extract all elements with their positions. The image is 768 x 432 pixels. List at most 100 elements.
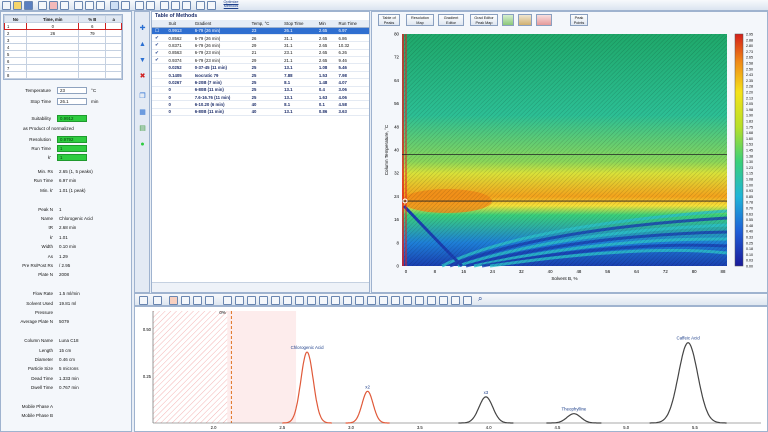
axis-icon-3[interactable] [247, 296, 256, 305]
method-cell[interactable]: 6-80B (11 min) [191, 86, 249, 95]
method-cell[interactable]: 40 [248, 108, 282, 117]
table-cell[interactable] [105, 57, 122, 65]
optimize-methods-button[interactable]: Optimize Methods [219, 0, 243, 10]
axis-icon-4[interactable] [259, 296, 268, 305]
method-checkbox[interactable] [152, 86, 166, 95]
table-cell[interactable] [105, 50, 122, 58]
method-cell[interactable]: 0.0252 [165, 63, 192, 72]
table-cell[interactable] [78, 36, 107, 44]
table-cell[interactable] [105, 29, 122, 37]
method-cell[interactable]: 0 [165, 108, 192, 117]
method-cell[interactable]: 0-37-45 (11 min) [191, 63, 249, 72]
axis-icon-18[interactable] [427, 296, 436, 305]
axis-icon-14[interactable] [379, 296, 388, 305]
method-cell[interactable]: 2.65 [315, 41, 336, 50]
method-cell[interactable]: 7.6-16.76 (11 min) [191, 93, 249, 102]
method-cell[interactable]: 3.06 [335, 86, 369, 95]
method-cell[interactable]: 0 [165, 100, 192, 109]
methods-header-5[interactable]: Min [315, 20, 336, 28]
table-cell[interactable]: 0 [26, 22, 80, 30]
method-cell[interactable]: 13.1 [281, 63, 316, 72]
method-cell[interactable]: 1.63 [315, 93, 336, 102]
methods-header-1[interactable]: Suit [165, 20, 192, 28]
method-cell[interactable]: 8.1 [281, 100, 316, 109]
method-cell[interactable]: 4.06 [335, 93, 369, 102]
method-cell[interactable]: 0.9913 [165, 27, 192, 35]
bars-icon[interactable] [181, 296, 190, 305]
table-row[interactable]: 3 [3, 36, 122, 44]
method-checkbox[interactable]: ✔ [152, 34, 166, 43]
table-cell[interactable] [26, 36, 80, 44]
chromatogram-peak[interactable] [458, 396, 514, 424]
table-row[interactable]: 2 26 79 [3, 29, 122, 37]
method-cell[interactable]: 0.9374 [165, 56, 192, 65]
table-cell[interactable] [78, 57, 107, 65]
table-cell[interactable]: 1 [3, 22, 28, 30]
method-checkbox[interactable] [152, 100, 166, 109]
axis-icon-11[interactable] [343, 296, 352, 305]
method-cell[interactable]: 29 [248, 56, 282, 65]
method-cell[interactable]: 31.1 [281, 41, 316, 50]
table-cell[interactable]: 6 [3, 57, 28, 65]
search-icon[interactable]: ⌕ [478, 294, 482, 304]
method-checkbox[interactable]: ☐ [152, 27, 166, 35]
method-cell[interactable]: 23.1 [281, 49, 316, 58]
axis-icon-6[interactable] [283, 296, 292, 305]
table-row[interactable]: 6 [3, 57, 122, 65]
map-button-3[interactable]: Grad Editor Peak Map [470, 14, 498, 26]
method-cell[interactable]: 25 [248, 71, 282, 80]
peaks-icon[interactable] [169, 296, 178, 305]
table-cell[interactable] [105, 43, 122, 51]
method-cell[interactable]: 25 [248, 78, 282, 87]
method-cell[interactable]: 13.1 [281, 86, 316, 95]
map-button-1[interactable]: Resolution Map [406, 14, 434, 26]
method-row[interactable]: ✔ 0.8371 6-79 (26 min) 29 31.1 2.65 10.32 [152, 41, 369, 50]
export-icon[interactable] [135, 1, 144, 10]
copy-icon[interactable]: ❐ [137, 92, 148, 101]
axis-icon-12[interactable] [355, 296, 364, 305]
method-cell[interactable]: 0 [165, 86, 192, 95]
table-cell[interactable]: 6 [78, 22, 107, 30]
method-cell[interactable]: 13.1 [281, 93, 316, 102]
method-cell[interactable]: 0.8563 [165, 49, 192, 58]
chromatogram-peak[interactable] [345, 390, 390, 424]
table-cell[interactable] [26, 71, 80, 79]
table-cell[interactable] [78, 50, 107, 58]
table-cell[interactable]: 26 [26, 29, 80, 37]
table-row[interactable]: 106 [3, 22, 122, 30]
axis-icon-2[interactable] [235, 296, 244, 305]
method-cell[interactable]: 1.53 [315, 71, 336, 80]
method-cell[interactable]: 0.8371 [165, 41, 192, 50]
method-cell[interactable]: 2.65 [315, 56, 336, 65]
method-row[interactable]: 0 6-80B (11 min) 25 13.1 0.4 3.06 [152, 86, 369, 95]
method-cell[interactable]: 13.1 [281, 108, 316, 117]
method-cell[interactable]: 25 [248, 93, 282, 102]
method-cell[interactable]: 29 [248, 41, 282, 50]
method-cell[interactable]: 0.86 [315, 108, 336, 117]
rewind-icon[interactable] [153, 296, 162, 305]
undo-icon[interactable] [49, 1, 58, 10]
axis-icon-16[interactable] [403, 296, 412, 305]
table-cell[interactable] [105, 22, 122, 30]
methods-header-0[interactable] [152, 20, 166, 28]
method-cell[interactable]: 6-79 (26 min) [191, 34, 249, 43]
map-button-4[interactable] [502, 14, 514, 26]
method-row[interactable]: 0 6-10.20 (6 min) 40 8.1 0.1 4.58 [152, 100, 369, 109]
method-cell[interactable]: 2.65 [315, 34, 336, 43]
axis-icon-7[interactable] [295, 296, 304, 305]
chart-icon[interactable] [139, 296, 148, 305]
method-cell[interactable]: 0.0267 [165, 78, 192, 87]
method-cell[interactable]: 1.08 [315, 63, 336, 72]
methods-header-6[interactable]: Run Time [335, 20, 369, 28]
axis-icon-13[interactable] [367, 296, 376, 305]
chart-icon[interactable]: ▤ [137, 124, 148, 133]
method-row[interactable]: 0.0252 0-37-45 (11 min) 25 13.1 1.08 5.46 [152, 63, 369, 72]
settings-icon[interactable] [110, 1, 119, 10]
table-cell[interactable]: 8 [3, 71, 28, 79]
table-icon[interactable] [96, 1, 105, 10]
method-checkbox[interactable]: ✔ [152, 41, 166, 50]
method-cell[interactable]: 7.98 [335, 71, 369, 80]
method-cell[interactable]: 40 [248, 100, 282, 109]
table-row[interactable]: 4 [3, 43, 122, 51]
new-icon[interactable] [2, 1, 11, 10]
